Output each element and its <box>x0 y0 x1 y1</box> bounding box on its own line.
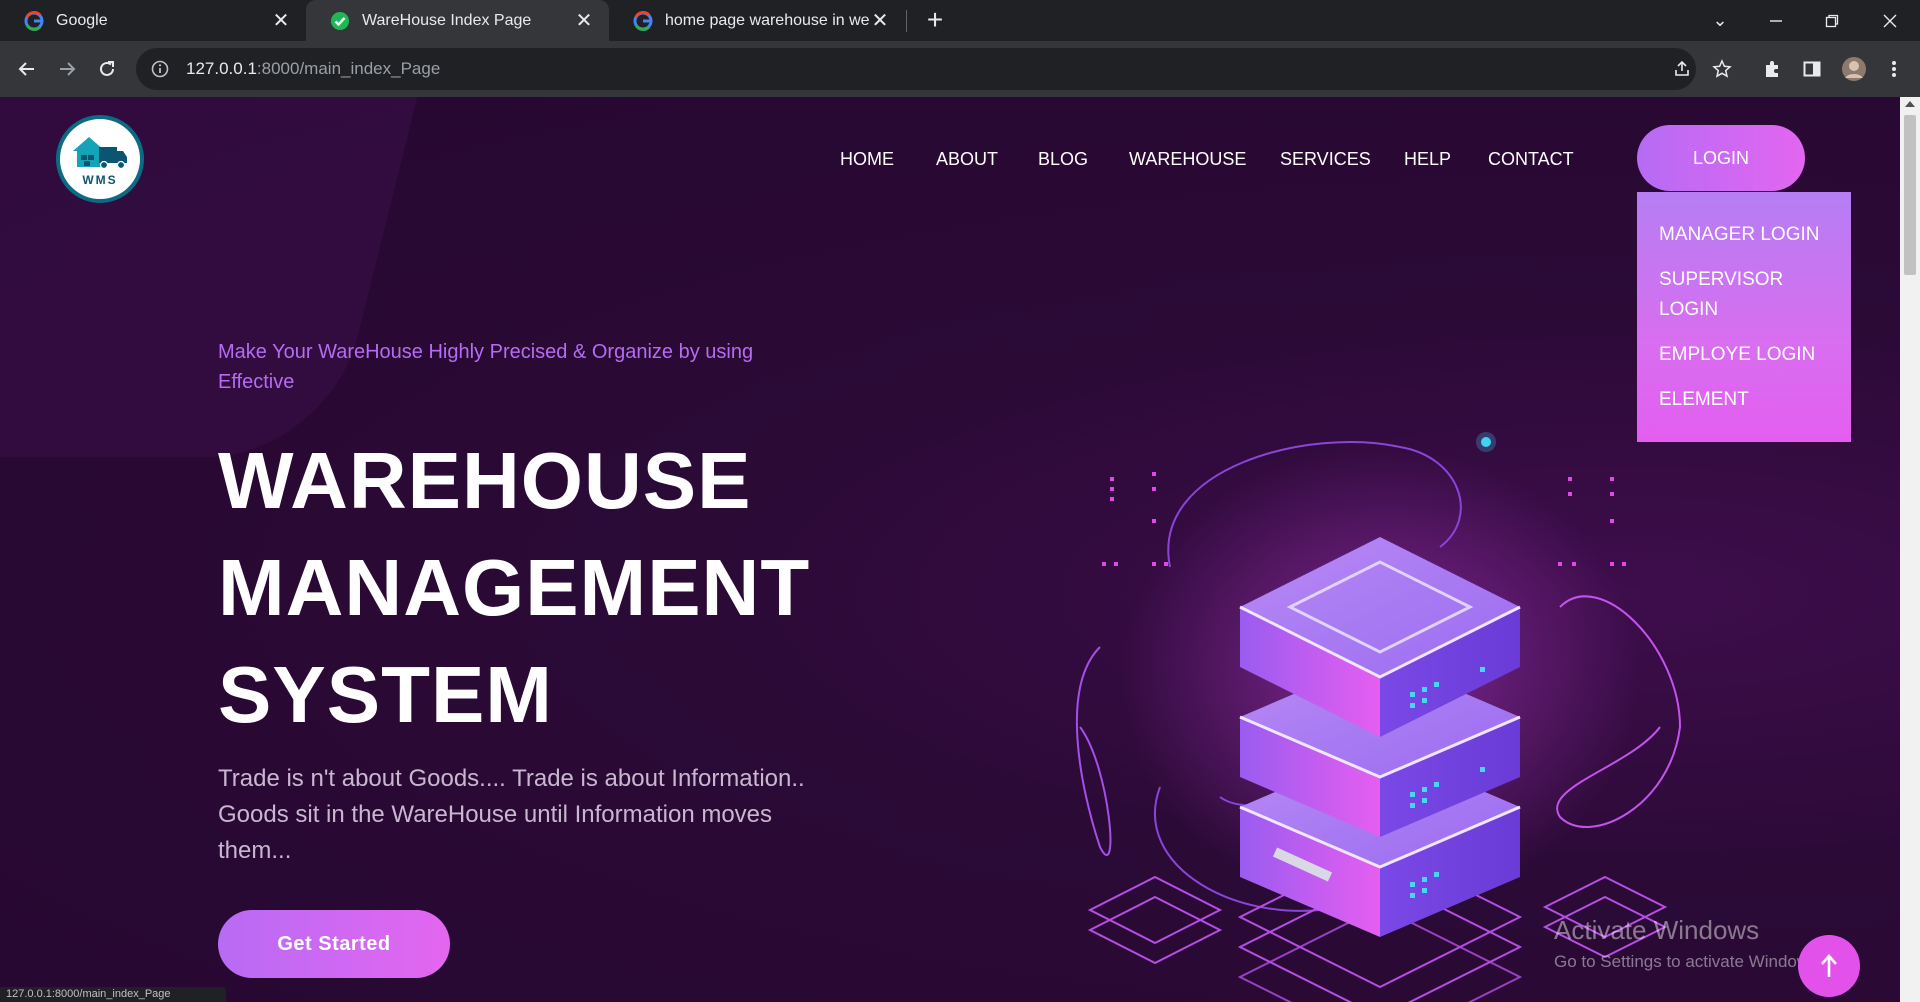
forward-button[interactable] <box>49 51 85 87</box>
arrow-right-icon <box>60 62 76 76</box>
close-tab-icon[interactable]: ✕ <box>573 10 595 32</box>
nav-about[interactable]: ABOUT <box>936 149 998 170</box>
watermark-title: Activate Windows <box>1554 915 1760 945</box>
back-button[interactable] <box>9 51 45 87</box>
menu-item-manager-login[interactable]: MANAGER LOGIN <box>1659 220 1831 250</box>
minimize-button[interactable] <box>1748 0 1804 41</box>
activate-windows-watermark: Activate Windows Go to Settings to activ… <box>1554 915 1822 972</box>
close-window-button[interactable] <box>1862 0 1918 41</box>
restore-button[interactable] <box>1804 0 1860 41</box>
hero-description: Trade is n't about Goods.... Trade is ab… <box>218 765 805 864</box>
close-tab-icon[interactable]: ✕ <box>869 10 891 32</box>
info-icon[interactable] <box>150 59 170 79</box>
bookmark-star-icon[interactable] <box>1706 53 1738 85</box>
reload-button[interactable] <box>89 51 125 87</box>
hero-headline: WAREHOUSE MANAGEMENT SYSTEM <box>218 427 810 748</box>
headline-line: MANAGEMENT <box>218 543 811 632</box>
nav-services[interactable]: SERVICES <box>1280 149 1371 170</box>
headline-line: SYSTEM <box>218 650 553 739</box>
new-tab-button[interactable]: + <box>920 6 950 35</box>
arrow-up-icon <box>1821 954 1837 977</box>
profile-avatar[interactable] <box>1838 53 1870 85</box>
extensions-icon[interactable] <box>1756 53 1788 85</box>
site-logo[interactable]: WMS <box>56 115 144 203</box>
tab-google[interactable]: Google ✕ <box>0 0 306 41</box>
nav-contact[interactable]: CONTACT <box>1488 149 1574 170</box>
scroll-up-arrow-icon[interactable] <box>1905 101 1915 107</box>
browser-tabstrip: Google ✕ WareHouse Index Page ✕ home pag… <box>0 0 1920 41</box>
nav-blog[interactable]: BLOG <box>1038 149 1088 170</box>
server-stack-illustration <box>1075 432 1682 1002</box>
tab-warehouse-index[interactable]: WareHouse Index Page ✕ <box>306 0 609 41</box>
tab-search-chevron-icon[interactable]: ⌄ <box>1692 0 1748 41</box>
tab-title: WareHouse Index Page <box>362 11 532 29</box>
watermark-subtitle: Go to Settings to activate Windows. <box>1554 952 1823 971</box>
headline-line: WAREHOUSE <box>218 436 752 525</box>
nav-help[interactable]: HELP <box>1404 149 1451 170</box>
nav-home[interactable]: HOME <box>840 149 894 170</box>
login-button[interactable]: LOGIN <box>1637 125 1805 191</box>
nav-warehouse[interactable]: WAREHOUSE <box>1129 149 1246 170</box>
url-text: 127.0.0.1:8000/main_index_Page <box>186 59 441 78</box>
scrollbar-thumb[interactable] <box>1904 115 1916 275</box>
get-started-button[interactable]: Get Started <box>218 910 450 978</box>
address-bar[interactable]: 127.0.0.1:8000/main_index_Page <box>136 48 1696 90</box>
google-icon <box>633 10 653 31</box>
browser-status-bar: 127.0.0.1:8000/main_index_Page <box>0 987 226 1002</box>
hero-tagline: Make Your WareHouse Highly Precised & Or… <box>218 341 754 393</box>
tab-divider <box>906 10 907 32</box>
tab-title: home page warehouse in website <box>665 11 869 29</box>
close-tab-icon[interactable]: ✕ <box>270 10 292 32</box>
share-icon[interactable] <box>1666 53 1698 85</box>
side-panel-icon[interactable] <box>1796 53 1828 85</box>
browser-menu-icon[interactable] <box>1878 53 1910 85</box>
google-icon <box>24 10 44 31</box>
check-icon <box>331 11 349 30</box>
browser-toolbar: 127.0.0.1:8000/main_index_Page <box>0 41 1920 97</box>
back-to-top-button[interactable] <box>1798 935 1860 997</box>
tab-title: Google <box>56 11 108 29</box>
reload-icon <box>100 61 114 76</box>
page-scrollbar[interactable] <box>1900 97 1920 1002</box>
arrow-left-icon <box>18 62 34 76</box>
warehouse-truck-icon <box>73 137 127 170</box>
tab-search[interactable]: home page warehouse in website ✕ <box>609 0 905 41</box>
menu-item-supervisor-login[interactable]: SUPERVISOR LOGIN <box>1659 265 1831 325</box>
webpage: WMS HOME ABOUT BLOG WAREHOUSE SERVICES H… <box>0 97 1900 1002</box>
logo-text: WMS <box>82 173 118 187</box>
